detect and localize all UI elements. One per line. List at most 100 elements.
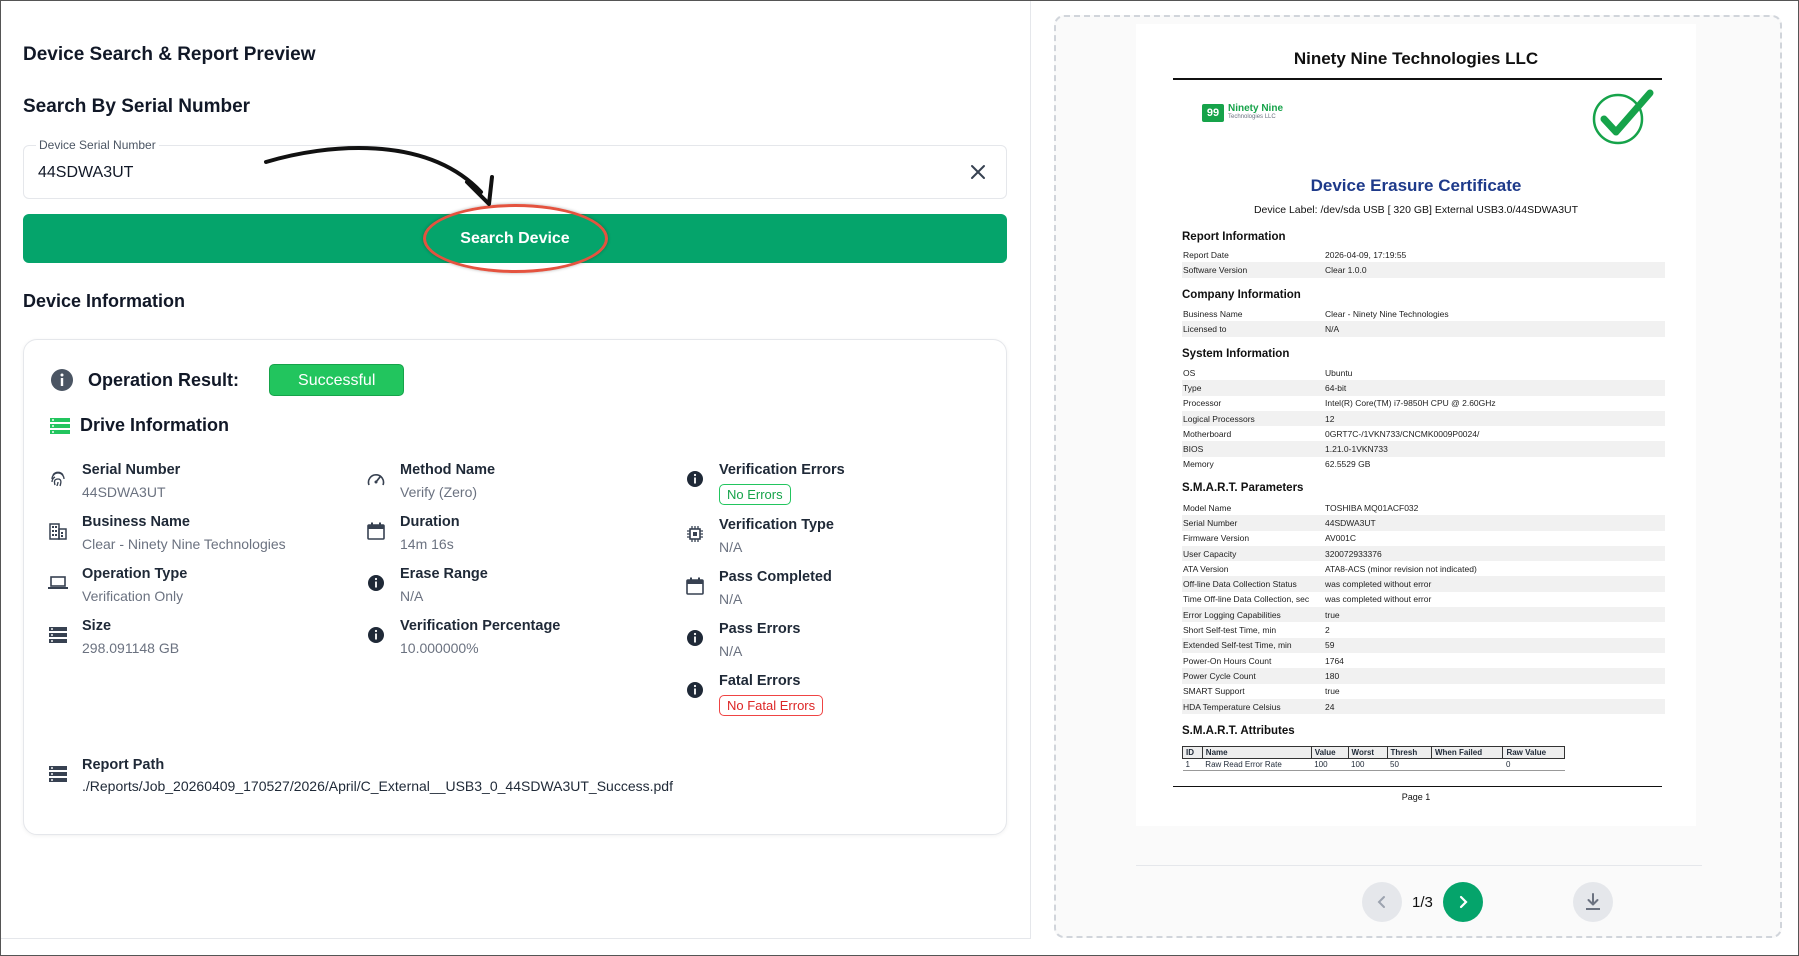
pdf-row-key: Time Off-line Data Collection, sec xyxy=(1183,594,1310,605)
info-icon xyxy=(51,369,73,391)
chevron-right-icon xyxy=(1459,895,1468,909)
pdf-row-value: AV001C xyxy=(1325,533,1357,544)
fingerprint-icon xyxy=(51,471,65,487)
device-information-card: Operation Result: Successful Drive Infor… xyxy=(23,339,1007,835)
report-path-label: Report Path xyxy=(82,757,165,773)
pdf-row-key: Motherboard xyxy=(1183,428,1232,439)
pdf-row-value: was completed without error xyxy=(1325,579,1432,590)
download-button[interactable] xyxy=(1573,882,1613,922)
pdf-table-row: Power Cycle Count 180 xyxy=(1182,668,1665,684)
pdf-row-key: Memory xyxy=(1183,459,1214,470)
serial-number-input[interactable] xyxy=(38,160,938,186)
speedometer-icon xyxy=(367,474,385,486)
verification-errors-label: Verification Errors xyxy=(719,462,845,478)
attr-cell: 1 xyxy=(1182,758,1203,771)
attr-cell: Raw Read Error Rate xyxy=(1202,758,1312,771)
pdf-page-number: Page 1 xyxy=(1401,792,1431,802)
pdf-row-value: 59 xyxy=(1325,640,1335,651)
storage-icon xyxy=(49,627,67,643)
pdf-table-row: Power-On Hours Count 1764 xyxy=(1182,653,1665,668)
pdf-bottom-rule xyxy=(1173,786,1662,787)
calendar-icon xyxy=(367,522,385,540)
method-name-label: Method Name xyxy=(400,462,496,478)
field-verification-errors: Verification Errors No Errors xyxy=(685,461,845,505)
fatal-errors-label: Fatal Errors xyxy=(719,673,801,689)
checkmark-icon xyxy=(1592,89,1654,145)
pdf-row-key: Power Cycle Count xyxy=(1183,670,1256,681)
business-name-label: Business Name xyxy=(82,514,190,530)
system-info-heading: System Information xyxy=(1182,348,1290,360)
field-verification-percentage: Verification Percentage 10.000000% xyxy=(366,617,560,657)
attr-header-cell: Raw Value xyxy=(1502,746,1565,759)
pdf-table-row: BIOS 1.21.0-1VKN733 xyxy=(1182,441,1665,457)
pdf-row-value: 2 xyxy=(1325,625,1330,636)
pdf-row-value: 2026-04-09, 17:19:55 xyxy=(1325,249,1407,260)
calendar-icon xyxy=(686,577,704,595)
pager: 1/3 xyxy=(1362,882,1483,922)
pdf-row-value: Ubuntu xyxy=(1325,367,1353,378)
pdf-row-key: Logical Processors xyxy=(1183,413,1255,424)
pdf-row-key: Processor xyxy=(1183,398,1222,409)
drive-information-row: Drive Information xyxy=(50,415,229,436)
list-icon xyxy=(50,417,70,434)
duration-value: 14m 16s xyxy=(400,536,454,552)
attr-cell: 100 xyxy=(1348,758,1388,771)
next-page-button[interactable] xyxy=(1442,882,1483,922)
pdf-row-key: Licensed to xyxy=(1183,323,1227,334)
info-icon xyxy=(687,682,703,698)
pdf-row-value: 320072933376 xyxy=(1325,548,1382,559)
field-pass-completed: Pass Completed N/A xyxy=(685,568,832,608)
pdf-table-row: Firmware Version AV001C xyxy=(1182,531,1665,546)
smart-attributes-heading: S.M.A.R.T. Attributes xyxy=(1182,725,1295,737)
business-name-value: Clear - Ninety Nine Technologies xyxy=(82,536,286,552)
attr-cell: 0 xyxy=(1502,758,1565,771)
search-heading: Search By Serial Number xyxy=(23,96,251,117)
attr-cell: 100 xyxy=(1311,758,1349,771)
report-path-value: ./Reports/Job_20260409_170527/2026/April… xyxy=(82,778,673,794)
pdf-table-row: Off-line Data Collection Status was compl… xyxy=(1182,576,1665,592)
verification-percentage-label: Verification Percentage xyxy=(400,618,561,634)
chip-icon xyxy=(687,526,703,542)
field-erase-range: Erase Range N/A xyxy=(366,565,488,605)
clear-input-button[interactable] xyxy=(966,160,990,184)
pdf-row-key: Business Name xyxy=(1183,308,1243,319)
pass-completed-value: N/A xyxy=(719,591,743,607)
building-icon xyxy=(49,523,67,540)
pdf-row-value: N/A xyxy=(1325,323,1340,334)
field-duration: Duration 14m 16s xyxy=(366,513,460,553)
pdf-page: Ninety Nine Technologies LLC 99 Ninety N… xyxy=(1136,24,1696,826)
pdf-row-key: Type xyxy=(1183,382,1202,393)
field-pass-errors: Pass Errors N/A xyxy=(685,620,800,660)
logo-subtitle: Technologies LLC xyxy=(1228,114,1276,120)
verification-errors-badge: No Errors xyxy=(719,484,791,505)
operation-type-value: Verification Only xyxy=(82,588,184,604)
system-info-table: OS Ubuntu Type 64-bit Processor Intel(R) Core… xyxy=(1182,365,1665,472)
status-badge: Successful xyxy=(269,364,405,396)
field-business-name: Business Name Clear - Ninety Nine Technol… xyxy=(48,513,286,553)
smart-params-heading: S.M.A.R.T. Parameters xyxy=(1182,482,1304,494)
pdf-table-row: Type 64-bit xyxy=(1182,380,1665,396)
pdf-row-value: true xyxy=(1325,686,1340,697)
pdf-row-value: 0GRT7C-/1VKN733/CNCMK0009P0024/ xyxy=(1325,428,1480,439)
pdf-row-value: Intel(R) Core(TM) i7-9850H CPU @ 2.60GHz xyxy=(1325,398,1496,409)
serial-number-field: Device Serial Number xyxy=(23,138,1007,199)
attr-cell xyxy=(1431,758,1503,771)
download-icon xyxy=(1586,893,1600,910)
table-row: 1 Raw Read Error Rate 100 100 50 0 xyxy=(1182,758,1565,771)
verification-type-value: N/A xyxy=(719,539,743,555)
pass-errors-value: N/A xyxy=(719,643,743,659)
pdf-table-row: Business Name Clear - Ninety Nine Technol… xyxy=(1182,306,1665,321)
previous-page-button[interactable] xyxy=(1362,882,1402,922)
report-info-table: Report Date 2026-04-09, 17:19:55 Software … xyxy=(1182,247,1665,278)
attr-header-cell: Name xyxy=(1201,746,1312,759)
search-device-button[interactable]: Search Device xyxy=(23,214,1007,263)
pdf-row-value: ATA8-ACS (minor revision not indicated) xyxy=(1325,563,1477,574)
field-method-name: Method Name Verify (Zero) xyxy=(366,461,495,501)
chevron-left-icon xyxy=(1377,896,1385,908)
pdf-row-key: Power-On Hours Count xyxy=(1183,655,1272,666)
size-value: 298.091148 GB xyxy=(82,640,180,656)
pdf-row-key: Error Logging Capabilities xyxy=(1183,609,1281,620)
pdf-table-row: Licensed to N/A xyxy=(1182,321,1665,337)
pass-errors-label: Pass Errors xyxy=(719,621,801,637)
verification-percentage-value: 10.000000% xyxy=(400,640,479,656)
